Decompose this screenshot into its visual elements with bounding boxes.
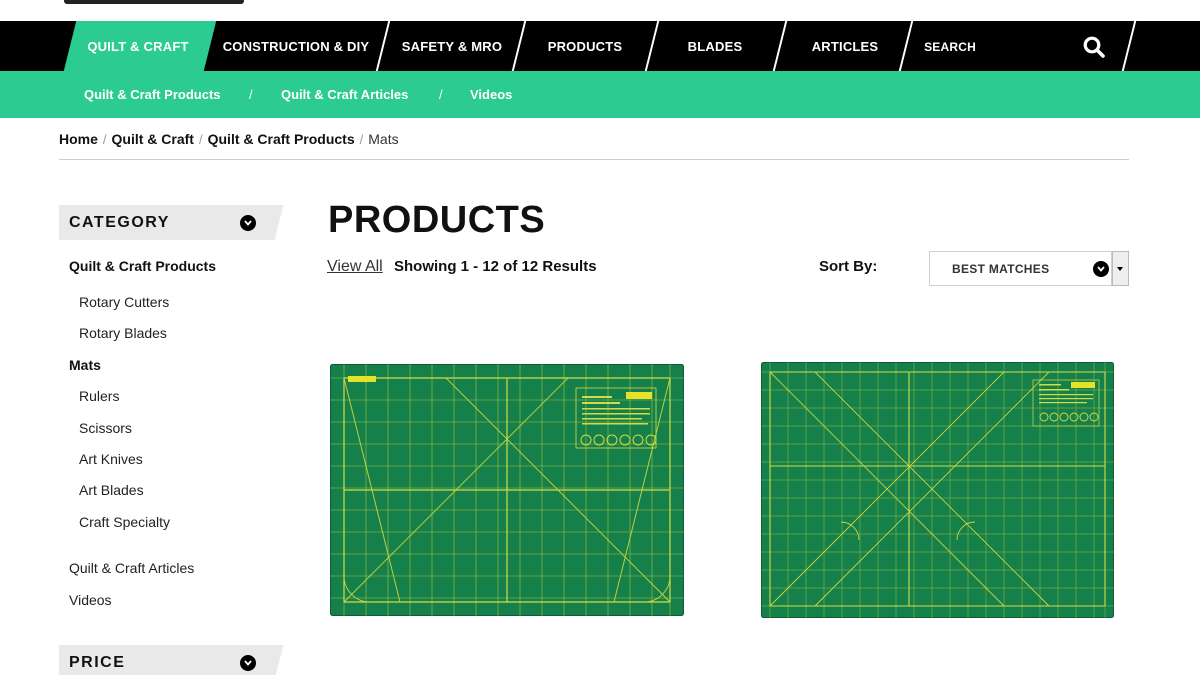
sidebar-item-mats[interactable]: Mats: [69, 357, 101, 373]
result-count: Showing 1 - 12 of 12 Results: [394, 258, 597, 275]
divider: [59, 159, 1129, 160]
logo[interactable]: [64, 0, 244, 4]
main-nav: QUILT & CRAFT CONSTRUCTION & DIY SAFETY …: [0, 21, 1200, 71]
subnav-item-articles[interactable]: Quilt & Craft Articles: [281, 71, 408, 118]
price-facet-header[interactable]: PRICE: [59, 645, 271, 675]
nav-item-construction-diy[interactable]: CONSTRUCTION & DIY: [214, 21, 378, 71]
breadcrumb-separator: /: [102, 131, 107, 147]
sidebar-item-rotary-cutters[interactable]: Rotary Cutters: [79, 294, 169, 310]
subnav-separator: /: [439, 87, 443, 102]
nav-item-products[interactable]: PRODUCTS: [524, 21, 646, 71]
price-facet-title: PRICE: [69, 653, 126, 671]
nav-item-quilt-craft[interactable]: QUILT & CRAFT: [74, 21, 202, 71]
product-card[interactable]: [761, 362, 1114, 618]
sort-dropdown-value: BEST MATCHES: [952, 262, 1050, 276]
category-facet-title: CATEGORY: [69, 213, 170, 231]
sidebar-item-craft-specialty[interactable]: Craft Specialty: [79, 514, 170, 530]
sidebar-item-quilt-craft-articles[interactable]: Quilt & Craft Articles: [69, 560, 194, 576]
subnav-item-products[interactable]: Quilt & Craft Products: [84, 71, 221, 118]
cutting-mat-image[interactable]: [330, 364, 684, 616]
breadcrumb-separator: /: [359, 131, 364, 147]
nav-item-safety-mro[interactable]: SAFETY & MRO: [390, 21, 514, 71]
sidebar-item-scissors[interactable]: Scissors: [79, 420, 132, 436]
top-strip: [0, 0, 1200, 21]
nav-item-articles[interactable]: ARTICLES: [784, 21, 906, 71]
view-all-link[interactable]: View All: [327, 258, 383, 276]
nav-item-blades[interactable]: BLADES: [656, 21, 774, 71]
nav-search-label[interactable]: SEARCH: [916, 22, 984, 72]
sidebar-item-videos[interactable]: Videos: [69, 592, 112, 608]
chevron-down-icon[interactable]: [1093, 261, 1109, 277]
subnav-separator: /: [249, 87, 253, 102]
cutting-mat-image[interactable]: [761, 362, 1114, 618]
sort-dropdown[interactable]: BEST MATCHES: [929, 251, 1129, 286]
sidebar-item-rulers[interactable]: Rulers: [79, 388, 119, 404]
sidebar-item-art-knives[interactable]: Art Knives: [79, 451, 143, 467]
sidebar-item-quilt-craft-products[interactable]: Quilt & Craft Products: [69, 258, 216, 274]
product-card[interactable]: [330, 364, 684, 616]
breadcrumb-quilt-craft-products[interactable]: Quilt & Craft Products: [208, 131, 355, 147]
chevron-down-icon[interactable]: [240, 215, 256, 231]
sort-label: Sort By:: [819, 258, 878, 275]
sidebar-item-rotary-blades[interactable]: Rotary Blades: [79, 325, 167, 341]
nav-divider: [1121, 21, 1137, 71]
dropdown-arrow-icon[interactable]: [1112, 251, 1129, 286]
category-facet-header[interactable]: CATEGORY: [59, 205, 271, 240]
sub-nav: Quilt & Craft Products / Quilt & Craft A…: [0, 71, 1200, 118]
breadcrumb-home[interactable]: Home: [59, 131, 98, 147]
subnav-item-videos[interactable]: Videos: [470, 71, 512, 118]
breadcrumb-current: Mats: [368, 131, 399, 147]
breadcrumb-quilt-craft[interactable]: Quilt & Craft: [112, 131, 194, 147]
breadcrumb-separator: /: [198, 131, 203, 147]
page-title: PRODUCTS: [328, 199, 546, 241]
chevron-down-icon[interactable]: [240, 655, 256, 671]
breadcrumb: Home / Quilt & Craft / Quilt & Craft Pro…: [59, 131, 399, 147]
search-icon[interactable]: [1083, 36, 1105, 58]
sidebar-item-art-blades[interactable]: Art Blades: [79, 482, 144, 498]
